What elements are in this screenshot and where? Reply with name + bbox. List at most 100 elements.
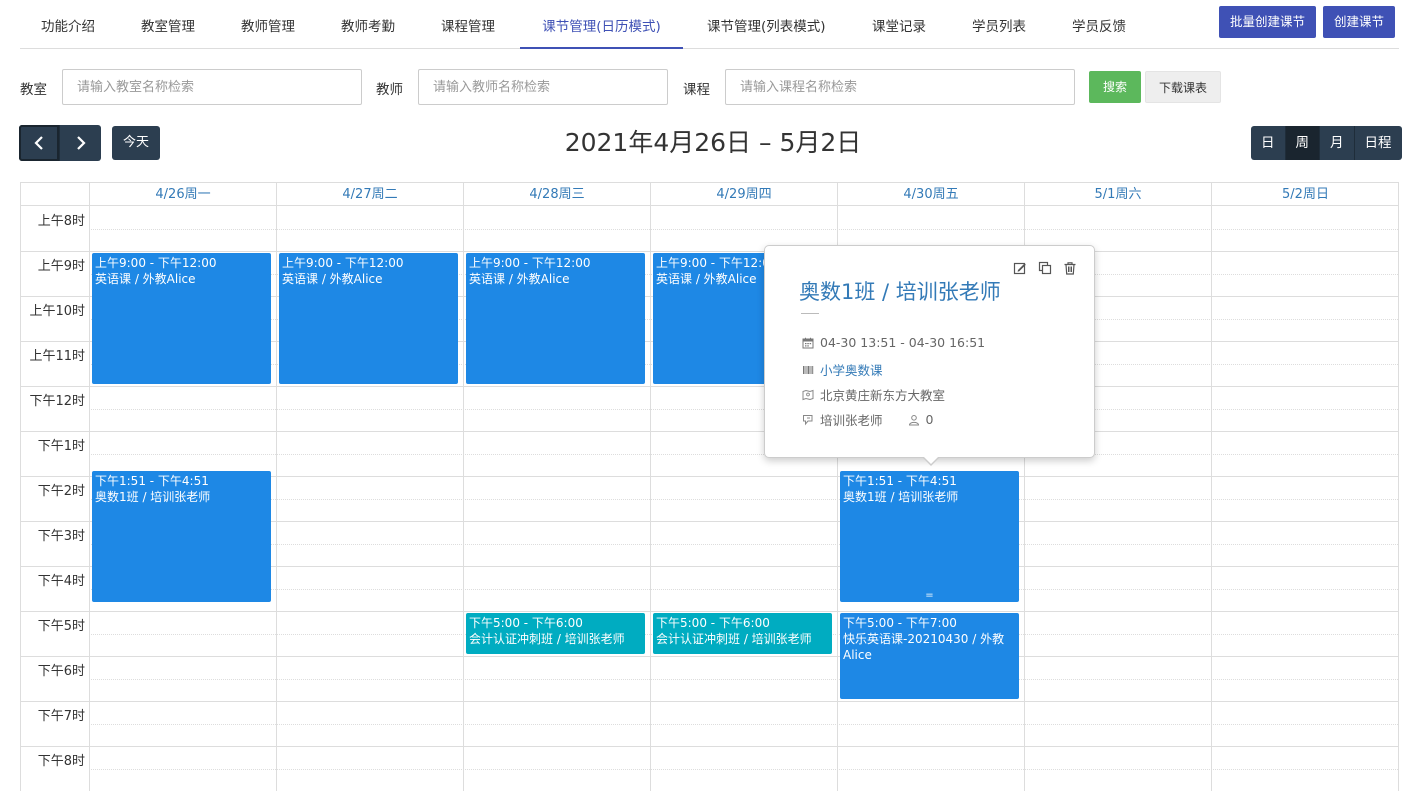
calendar-event[interactable]: 下午5:00 - 下午6:00 会计认证冲刺班 / 培训张老师: [466, 613, 645, 654]
time-label: 下午12时: [29, 394, 85, 409]
popover-teacher: 培训张老师: [820, 413, 883, 428]
calendar-event[interactable]: 下午5:00 - 下午7:00 快乐英语课-20210430 / 外教Alice: [840, 613, 1019, 699]
top-nav: 功能介绍 教室管理 教师管理 教师考勤 课程管理 课节管理(日历模式) 课节管理…: [20, 0, 1399, 49]
tab-intro[interactable]: 功能介绍: [41, 0, 95, 49]
day-header[interactable]: 5/1周六: [1024, 183, 1211, 206]
view-month-button[interactable]: 月: [1320, 126, 1355, 160]
popover-classroom: 北京黄庄新东方大教室: [820, 388, 946, 403]
prev-next-group: [19, 125, 101, 161]
tab-course[interactable]: 课程管理: [441, 0, 495, 49]
tab-student-feedback[interactable]: 学员反馈: [1072, 0, 1126, 49]
time-label: 上午9时: [37, 259, 85, 274]
event-time: 下午1:51 - 下午4:51: [843, 474, 957, 489]
time-label: 下午2时: [37, 484, 85, 499]
view-switcher: 日 周 月 日程: [1251, 126, 1402, 160]
course-icon: [801, 363, 815, 377]
chevron-right-icon: [76, 136, 86, 150]
event-title: 快乐英语课-20210430 / 外教Alice: [843, 632, 1005, 662]
event-time: 上午9:00 - 下午12:00: [469, 256, 591, 270]
view-agenda-button[interactable]: 日程: [1354, 126, 1402, 160]
edit-icon[interactable]: [1012, 260, 1028, 276]
download-schedule-button[interactable]: 下载课表: [1145, 71, 1221, 103]
event-time: 下午1:51 - 下午4:51: [95, 474, 209, 489]
time-label: 下午4时: [37, 574, 85, 589]
search-button[interactable]: 搜索: [1089, 71, 1141, 103]
hour-line: [21, 431, 1398, 432]
half-hour-line: [89, 498, 1398, 500]
calendar-event[interactable]: 下午1:51 - 下午4:51 奥数1班 / 培训张老师 =: [840, 471, 1019, 603]
event-title: 英语课 / 外教Alice: [95, 272, 196, 286]
day-header[interactable]: 4/27周二: [276, 183, 463, 206]
popover-actions: [1012, 260, 1078, 276]
tab-lesson-list[interactable]: 课节管理(列表模式): [707, 0, 826, 49]
hour-line: [21, 746, 1398, 747]
time-label: 上午10时: [29, 304, 85, 319]
popover-student-count: 0: [925, 412, 934, 427]
time-label: 下午5时: [37, 619, 85, 634]
popover-datetime: 04-30 13:51 - 04-30 16:51: [820, 335, 986, 350]
calendar-icon: [801, 336, 815, 350]
event-title: 奥数1班 / 培训张老师: [843, 490, 959, 505]
calendar-event[interactable]: 上午9:00 - 下午12:00 英语课 / 外教Alice: [279, 253, 458, 384]
week-calendar-grid: 4/26周一 4/27周二 4/28周三 4/29周四 4/30周五 5/1周六…: [20, 182, 1399, 791]
calendar-event[interactable]: 上午9:00 - 下午12:00 英语课 / 外教Alice: [92, 253, 271, 384]
day-header[interactable]: 4/26周一: [89, 183, 276, 206]
half-hour-line: [89, 723, 1398, 725]
popover-datetime-row: 04-30 13:51 - 04-30 16:51: [801, 335, 985, 350]
half-hour-line: [89, 678, 1398, 680]
delete-icon[interactable]: [1062, 260, 1078, 276]
event-title: 英语课 / 外教Alice: [282, 272, 383, 286]
hour-line: [21, 251, 1398, 252]
popover-course-link[interactable]: 小学奥数课: [820, 360, 883, 379]
day-header[interactable]: 5/2周日: [1211, 183, 1398, 206]
calendar-event[interactable]: 下午5:00 - 下午6:00 会计认证冲刺班 / 培训张老师: [653, 613, 832, 654]
time-label: 下午3时: [37, 529, 85, 544]
event-time: 下午5:00 - 下午7:00: [843, 616, 957, 630]
event-title: 奥数1班 / 培训张老师: [95, 490, 211, 505]
popover-classroom-row: 北京黄庄新东方大教室: [801, 385, 945, 404]
event-detail-popover: 奥数1班 / 培训张老师 04-30 13:51 - 04-30 16:51 小…: [764, 245, 1095, 466]
create-lesson-button[interactable]: 创建课节: [1323, 6, 1396, 38]
half-hour-line: [89, 228, 1398, 230]
calendar-title: 2021年4月26日 – 5月2日: [564, 128, 862, 157]
tab-teacher-attendance[interactable]: 教师考勤: [341, 0, 395, 49]
tab-students[interactable]: 学员列表: [972, 0, 1026, 49]
student-icon: [907, 413, 921, 427]
classroom-label: 教室: [20, 82, 47, 98]
popover-title: 奥数1班 / 培训张老师: [799, 280, 1001, 304]
tab-classroom[interactable]: 教室管理: [141, 0, 195, 49]
half-hour-line: [89, 588, 1398, 590]
copy-icon[interactable]: [1037, 260, 1053, 276]
event-title: 英语课 / 外教Alice: [469, 272, 570, 286]
tab-lesson-calendar[interactable]: 课节管理(日历模式): [520, 0, 683, 49]
batch-create-button[interactable]: 批量创建课节: [1219, 6, 1317, 38]
day-header[interactable]: 4/28周三: [463, 183, 650, 206]
day-header[interactable]: 4/29周四: [650, 183, 837, 206]
hour-line: [21, 386, 1398, 387]
course-label: 课程: [683, 82, 710, 98]
calendar-event[interactable]: 上午9:00 - 下午12:00 英语课 / 外教Alice: [466, 253, 645, 384]
view-week-button[interactable]: 周: [1285, 126, 1320, 160]
half-hour-line: [89, 768, 1398, 770]
next-week-button[interactable]: [60, 125, 101, 161]
half-hour-line: [89, 543, 1398, 545]
calendar-event[interactable]: 下午1:51 - 下午4:51 奥数1班 / 培训张老师: [92, 471, 271, 603]
course-search-input[interactable]: [725, 69, 1075, 105]
view-day-button[interactable]: 日: [1251, 126, 1286, 160]
prev-week-button[interactable]: [19, 125, 60, 161]
tab-teacher[interactable]: 教师管理: [241, 0, 295, 49]
tab-class-records[interactable]: 课堂记录: [872, 0, 926, 49]
time-label: 下午8时: [37, 754, 85, 769]
event-resize-handle[interactable]: =: [841, 591, 1018, 601]
classroom-search-input[interactable]: [62, 69, 362, 105]
popover-course-row: 小学奥数课: [801, 360, 883, 379]
event-title: 会计认证冲刺班 / 培训张老师: [656, 632, 812, 646]
time-label: 下午6时: [37, 664, 85, 679]
header-divider: [21, 205, 1398, 206]
popover-arrow: [922, 456, 940, 466]
hour-line: [21, 611, 1398, 612]
teacher-search-input[interactable]: [418, 69, 668, 105]
today-button[interactable]: 今天: [112, 126, 160, 160]
day-header[interactable]: 4/30周五: [837, 183, 1024, 206]
time-label: 上午11时: [29, 349, 85, 364]
